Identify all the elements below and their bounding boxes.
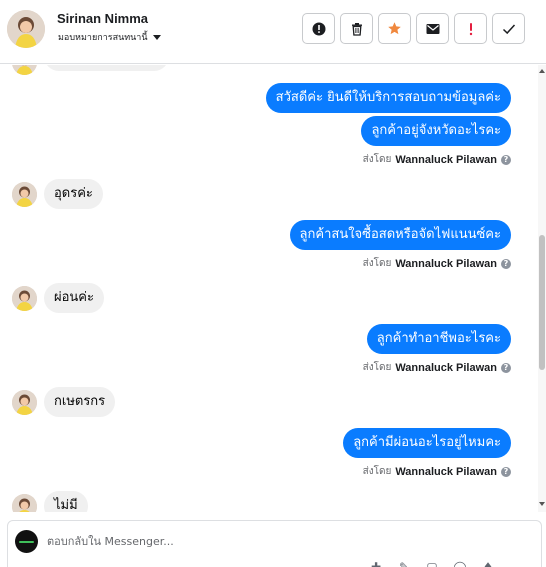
incoming-message: อุดรค่ะ (44, 179, 103, 209)
alert-circle-icon (312, 22, 325, 35)
agent-name: Wannaluck Pilawan (395, 257, 497, 270)
incoming-message: กเษตรกร (44, 387, 116, 417)
like-icon[interactable]: ♦ (480, 559, 496, 567)
outgoing-message: ลูกค้าอยู่จังหวัดอะไรคะ (361, 116, 511, 146)
sent-by-label: ส่งโดย Wannaluck Pilawan ? (363, 464, 511, 479)
assign-label: มอบหมายการสนทนานี้ (58, 33, 148, 43)
incoming-message: ผ่อนค่ะ (44, 283, 104, 313)
trash-icon (351, 22, 362, 36)
emoji-icon[interactable]: ◯ (452, 559, 468, 567)
contact-avatar[interactable] (7, 10, 45, 48)
attach-icon[interactable]: ✎ (396, 559, 412, 567)
thread-scrollbar[interactable] (538, 65, 546, 512)
caret-down-icon (152, 35, 161, 40)
agent-name: Wannaluck Pilawan (395, 361, 497, 374)
customer-avatar (12, 494, 37, 512)
sent-by-prefix: ส่งโดย (362, 154, 392, 165)
reply-input[interactable] (47, 535, 447, 548)
envelope-icon (426, 23, 439, 34)
help-icon[interactable]: ? (501, 466, 511, 477)
saved-replies-icon[interactable]: ✚ (368, 559, 384, 567)
message-thread: สวัสดีค่ะ ยินดีให้บริการสอบถามข้อมูลค่ะ … (0, 65, 538, 512)
sent-by-prefix: ส่งโดย (362, 362, 392, 373)
outgoing-message: ลูกค้าสนใจซื้อสดหรือจัดไฟแนนซ์คะ (289, 220, 511, 250)
mark-spam-button[interactable] (302, 13, 335, 44)
customer-avatar (12, 286, 37, 311)
check-icon (502, 23, 515, 34)
customer-avatar (12, 65, 37, 75)
help-icon[interactable]: ? (501, 362, 511, 373)
sent-by-prefix: ส่งโดย (362, 258, 392, 269)
conversation-header: Sirinan Nimma มอบหมายการสนทนานี้ (0, 0, 546, 64)
composer-toolbar: ✚ ✎ ▢ ◯ ♦ (368, 559, 496, 567)
help-icon[interactable]: ? (501, 154, 511, 165)
scroll-thumb[interactable] (539, 235, 545, 370)
outgoing-message: ลูกค้ามีผ่อนอะไรอยู่ไหมคะ (343, 428, 511, 458)
scroll-down-arrow-icon[interactable] (539, 502, 545, 506)
assign-conversation-dropdown[interactable]: มอบหมายการสนทนานี้ (58, 30, 161, 44)
exclamation-icon (469, 22, 472, 35)
sent-by-label: ส่งโดย Wannaluck Pilawan ? (363, 256, 511, 271)
help-icon[interactable]: ? (501, 258, 511, 269)
page-logo (15, 530, 38, 553)
agent-name: Wannaluck Pilawan (395, 153, 497, 166)
mark-unread-button[interactable] (416, 13, 449, 44)
incoming-message: ไม่มี (44, 491, 88, 512)
sent-by-label: ส่งโดย Wannaluck Pilawan ? (363, 152, 511, 167)
sent-by-label: ส่งโดย Wannaluck Pilawan ? (363, 360, 511, 375)
incoming-message-partial (44, 65, 169, 71)
customer-avatar (12, 182, 37, 207)
star-button[interactable] (378, 13, 411, 44)
agent-name: Wannaluck Pilawan (395, 465, 497, 478)
reply-composer: ✚ ✎ ▢ ◯ ♦ (7, 520, 542, 567)
image-icon[interactable]: ▢ (424, 559, 440, 567)
customer-avatar (12, 390, 37, 415)
scroll-up-arrow-icon[interactable] (539, 69, 545, 73)
star-icon (388, 22, 401, 35)
sent-by-prefix: ส่งโดย (362, 466, 392, 477)
delete-button[interactable] (340, 13, 373, 44)
outgoing-message: สวัสดีค่ะ ยินดีให้บริการสอบถามข้อมูลค่ะ (265, 83, 511, 113)
follow-up-button[interactable] (454, 13, 487, 44)
contact-name[interactable]: Sirinan Nimma (57, 11, 148, 26)
mark-done-button[interactable] (492, 13, 525, 44)
outgoing-message: ลูกค้าทำอาชีพอะไรคะ (366, 324, 511, 354)
conversation-actions (302, 13, 525, 44)
